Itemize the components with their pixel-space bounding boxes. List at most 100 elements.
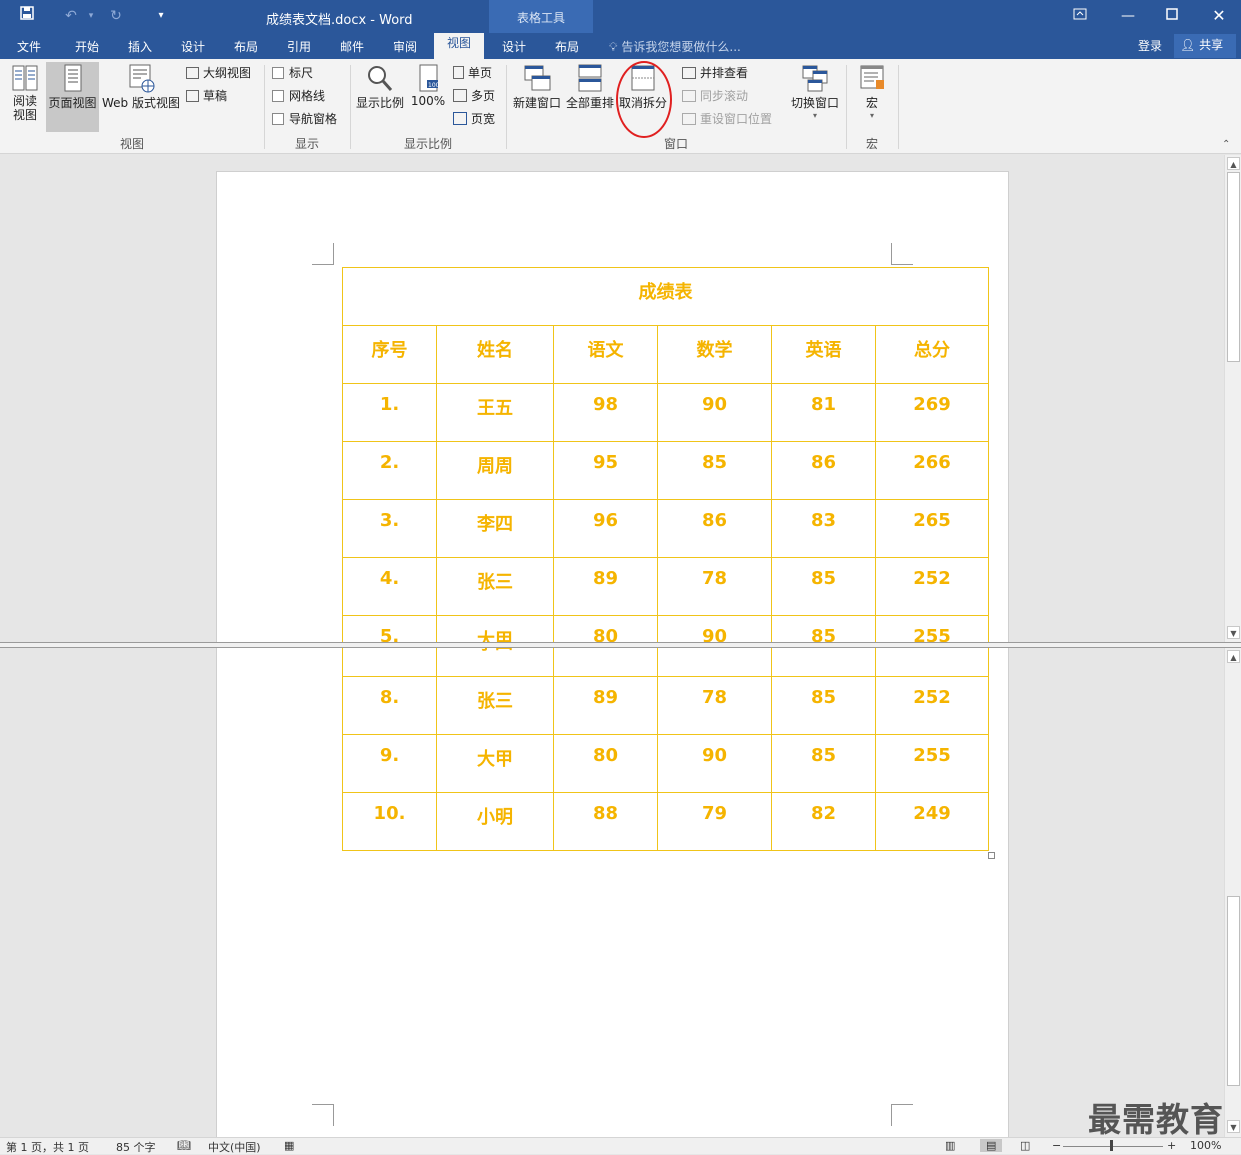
- table-cell[interactable]: 86: [657, 648, 772, 677]
- table-cell[interactable]: 85: [771, 557, 876, 616]
- grade-table[interactable]: 成绩表 序号 姓名 语文 数学 英语 总分 1. 王五 98 90 81 269 2. 周周…: [342, 267, 989, 674]
- table-cell[interactable]: 252: [875, 676, 989, 735]
- scroll-down-icon[interactable]: ▼: [1227, 626, 1240, 639]
- maximize-icon[interactable]: [1160, 6, 1184, 26]
- table-cell[interactable]: 李四: [436, 648, 554, 677]
- window-split-bar[interactable]: [0, 642, 1241, 648]
- tab-file[interactable]: 文件: [8, 37, 50, 59]
- table-cell[interactable]: 90: [657, 734, 772, 793]
- zoom-slider-track[interactable]: [1063, 1146, 1163, 1147]
- table-title-cell[interactable]: 成绩表: [342, 267, 989, 326]
- read-mode-status-icon[interactable]: ▥: [945, 1139, 955, 1152]
- scroll-up-icon[interactable]: ▲: [1227, 650, 1240, 663]
- table-cell[interactable]: 8.: [342, 676, 437, 735]
- scroll-up-icon[interactable]: ▲: [1227, 157, 1240, 170]
- table-cell[interactable]: 89: [553, 676, 658, 735]
- table-cell[interactable]: 85: [657, 441, 772, 500]
- outline-view-button[interactable]: 大纲视图: [186, 64, 251, 82]
- table-cell[interactable]: 80: [553, 734, 658, 793]
- scroll-down-icon[interactable]: ▼: [1227, 1120, 1240, 1133]
- print-layout-button[interactable]: 页面视图: [46, 62, 99, 132]
- table-cell[interactable]: 86: [771, 441, 876, 500]
- table-cell[interactable]: 96: [553, 648, 658, 677]
- table-cell[interactable]: 82: [771, 792, 876, 851]
- header-cell[interactable]: 序号: [342, 325, 437, 384]
- scroll-thumb[interactable]: [1227, 172, 1240, 362]
- ribbon-display-options-icon[interactable]: [1068, 6, 1092, 26]
- table-cell[interactable]: 7.: [342, 648, 437, 677]
- header-cell[interactable]: 数学: [657, 325, 772, 384]
- minimize-icon[interactable]: —: [1116, 6, 1140, 26]
- navigation-pane-checkbox[interactable]: 导航窗格: [272, 110, 337, 128]
- table-cell[interactable]: 95: [553, 441, 658, 500]
- zoom-slider-thumb[interactable]: [1110, 1140, 1113, 1151]
- table-cell[interactable]: 89: [553, 557, 658, 616]
- proofing-icon[interactable]: 📖︎: [177, 1139, 191, 1152]
- view-side-by-side-button[interactable]: 并排查看: [682, 64, 748, 82]
- table-cell[interactable]: 大甲: [436, 734, 554, 793]
- ruler-checkbox-box[interactable]: [272, 67, 284, 79]
- vertical-scrollbar-top[interactable]: ▲ ▼: [1224, 155, 1241, 642]
- tab-view[interactable]: 视图: [434, 33, 484, 59]
- table-cell[interactable]: 85: [771, 734, 876, 793]
- draft-view-button[interactable]: 草稿: [186, 87, 227, 105]
- table-cell[interactable]: 88: [553, 792, 658, 851]
- zoom-100-button[interactable]: 100 100%: [408, 62, 448, 108]
- page-count[interactable]: 第 1 页，共 1 页: [6, 1139, 89, 1155]
- redo-icon[interactable]: ↻: [105, 6, 127, 26]
- synchronous-scrolling-button[interactable]: 同步滚动: [682, 87, 748, 105]
- header-cell[interactable]: 总分: [875, 325, 989, 384]
- tab-table-layout[interactable]: 布局: [546, 37, 588, 59]
- table-cell[interactable]: 96: [553, 499, 658, 558]
- table-cell[interactable]: 3.: [342, 499, 437, 558]
- table-cell[interactable]: 249: [875, 792, 989, 851]
- table-cell[interactable]: 79: [657, 792, 772, 851]
- table-cell[interactable]: 78: [657, 676, 772, 735]
- tab-design[interactable]: 设计: [172, 37, 214, 59]
- gridlines-checkbox[interactable]: 网格线: [272, 87, 325, 105]
- table-cell[interactable]: 1.: [342, 383, 437, 442]
- save-icon[interactable]: [16, 6, 38, 26]
- page-width-button[interactable]: 页宽: [453, 110, 495, 128]
- word-count[interactable]: 85 个字: [116, 1139, 156, 1155]
- table-resize-handle[interactable]: [988, 852, 995, 859]
- tab-home[interactable]: 开始: [66, 37, 108, 59]
- table-cell[interactable]: 4.: [342, 557, 437, 616]
- collapse-ribbon-icon[interactable]: ⌃: [1222, 139, 1230, 150]
- table-cell[interactable]: 9.: [342, 734, 437, 793]
- table-cell[interactable]: 张三: [436, 557, 554, 616]
- table-cell[interactable]: 83: [771, 499, 876, 558]
- table-cell[interactable]: 265: [875, 648, 989, 677]
- table-cell[interactable]: 255: [875, 734, 989, 793]
- tab-table-design[interactable]: 设计: [493, 37, 535, 59]
- zoom-button[interactable]: 显示比例: [354, 62, 406, 111]
- table-cell[interactable]: 王五: [436, 383, 554, 442]
- table-cell[interactable]: 90: [657, 383, 772, 442]
- header-cell[interactable]: 姓名: [436, 325, 554, 384]
- language-indicator[interactable]: 中文(中国): [208, 1139, 261, 1155]
- table-cell[interactable]: 252: [875, 557, 989, 616]
- tab-references[interactable]: 引用: [278, 37, 320, 59]
- tab-mailings[interactable]: 邮件: [331, 37, 373, 59]
- table-cell[interactable]: 78: [657, 557, 772, 616]
- customize-quick-access-icon[interactable]: ▾: [150, 6, 172, 26]
- header-cell[interactable]: 英语: [771, 325, 876, 384]
- header-cell[interactable]: 语文: [553, 325, 658, 384]
- web-layout-button[interactable]: Web 版式视图: [100, 62, 182, 111]
- table-cell[interactable]: 张三: [436, 676, 554, 735]
- undo-dropdown-icon[interactable]: ▾: [80, 6, 102, 26]
- reset-window-position-button[interactable]: 重设窗口位置: [682, 110, 772, 128]
- ruler-checkbox[interactable]: 标尺: [272, 64, 313, 82]
- tab-insert[interactable]: 插入: [119, 37, 161, 59]
- macros-button[interactable]: 宏 ▾: [852, 62, 892, 120]
- table-cell[interactable]: 98: [553, 383, 658, 442]
- close-icon[interactable]: ✕: [1207, 6, 1231, 26]
- switch-windows-button[interactable]: 切换窗口 ▾: [788, 62, 842, 120]
- read-mode-button[interactable]: 阅读 视图: [6, 62, 44, 122]
- table-cell[interactable]: 81: [771, 383, 876, 442]
- gridlines-checkbox-box[interactable]: [272, 90, 284, 102]
- table-cell[interactable]: 269: [875, 383, 989, 442]
- table-cell[interactable]: 李四: [436, 499, 554, 558]
- zoom-out-icon[interactable]: −: [1052, 1139, 1061, 1152]
- undo-icon[interactable]: ↶: [60, 6, 82, 26]
